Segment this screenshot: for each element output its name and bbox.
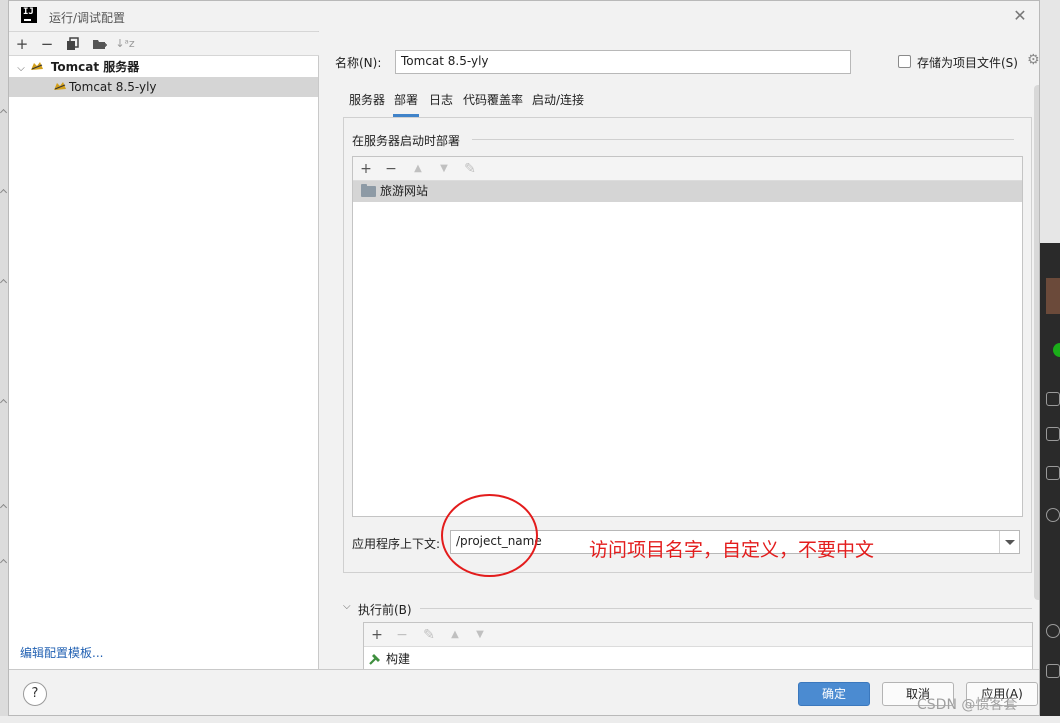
- background-avatar: [1046, 278, 1060, 314]
- background-icon: [1046, 624, 1060, 638]
- dialog-footer: ? 确定 取消 应用(A): [9, 669, 1039, 715]
- copy-icon[interactable]: [63, 34, 83, 54]
- background-icon: [1046, 508, 1060, 522]
- add-configuration-button[interactable]: +: [12, 34, 32, 54]
- section-divider: [472, 139, 1014, 140]
- tree-item-tomcat-8-5-yly[interactable]: Tomcat 8.5-yly: [9, 77, 318, 97]
- sort-icon[interactable]: ↓ᵃz: [115, 34, 135, 54]
- title-bar: IJ 运行/调试配置 ✕: [9, 1, 1039, 31]
- annotation-note: 访问项目名字，自定义，不要中文: [589, 539, 875, 561]
- before-launch-list[interactable]: + − ✎ ▲ ▼ 构建: [363, 622, 1033, 669]
- tab-code-coverage[interactable]: 代码覆盖率: [462, 93, 524, 117]
- add-artifact-button[interactable]: +: [356, 159, 376, 179]
- deployment-list-toolbar: + − ▲ ▼ ✎: [353, 157, 1022, 181]
- tab-startup-connection[interactable]: 启动/连接: [531, 93, 585, 117]
- background-icon: [1046, 427, 1060, 441]
- task-label: 构建: [386, 652, 411, 666]
- move-down-button[interactable]: ▼: [434, 159, 454, 179]
- chevron-down-icon[interactable]: [999, 531, 1019, 553]
- move-up-button[interactable]: ▲: [408, 159, 428, 179]
- before-launch-toolbar: + − ✎ ▲ ▼: [364, 623, 1032, 647]
- remove-artifact-button[interactable]: −: [381, 159, 401, 179]
- tab-deployment[interactable]: 部署: [393, 93, 420, 117]
- annotation-circle: [441, 494, 538, 577]
- move-up-button[interactable]: ▲: [445, 625, 465, 645]
- section-divider: [420, 608, 1032, 609]
- remove-configuration-button[interactable]: −: [37, 34, 57, 54]
- tab-logs[interactable]: 日志: [428, 93, 454, 117]
- background-icon: [1046, 664, 1060, 678]
- deployment-panel: 在服务器启动时部署 + − ▲ ▼ ✎ 旅游网站 应用程序上下文: /proje…: [343, 117, 1032, 573]
- window-title: 运行/调试配置: [49, 11, 126, 25]
- help-button[interactable]: ?: [23, 682, 47, 706]
- remove-task-button[interactable]: −: [392, 625, 412, 645]
- close-icon[interactable]: ✕: [1011, 7, 1029, 25]
- vertical-scrollbar[interactable]: [1034, 85, 1039, 600]
- ok-button[interactable]: 确定: [798, 682, 870, 706]
- deployment-artifacts-list[interactable]: + − ▲ ▼ ✎ 旅游网站: [352, 156, 1023, 517]
- edit-configuration-templates-link[interactable]: 编辑配置模板...: [20, 644, 103, 661]
- configuration-editor: 名称(N): Tomcat 8.5-yly 存储为项目文件(S) ⚙ 服务器 部…: [320, 31, 1039, 669]
- watermark: CSDN @惯客套: [917, 697, 1018, 713]
- tomcat-icon: [30, 58, 44, 70]
- tab-server[interactable]: 服务器: [348, 93, 386, 117]
- store-as-project-file-checkbox[interactable]: [898, 55, 911, 68]
- list-item[interactable]: 构建: [364, 649, 1032, 669]
- before-launch-label[interactable]: 执行前(B): [358, 601, 412, 618]
- background-chat-icon: [1053, 343, 1060, 357]
- tree-item-tomcat-server[interactable]: ⌵ Tomcat 服务器: [9, 57, 318, 77]
- tree-toolbar: + − ↓ᵃz: [9, 32, 319, 56]
- background-window-strip: [0, 716, 1060, 723]
- configurations-tree-pane: + − ↓ᵃz ⌵ Tomcat 服务器 Tomcat 8.5-yly 编辑配置…: [9, 31, 319, 669]
- name-label: 名称(N):: [335, 56, 382, 70]
- edit-task-button[interactable]: ✎: [419, 625, 439, 645]
- run-debug-configurations-dialog: IJ 运行/调试配置 ✕ + − ↓ᵃz ⌵ Tomcat 服务器 Tomcat…: [8, 0, 1040, 716]
- new-folder-icon[interactable]: [90, 34, 110, 54]
- folder-icon: [361, 184, 376, 197]
- edit-artifact-button[interactable]: ✎: [460, 159, 480, 179]
- gear-icon[interactable]: ⚙: [1027, 52, 1039, 68]
- add-task-button[interactable]: +: [367, 625, 387, 645]
- intellij-app-icon: IJ: [21, 7, 37, 23]
- list-item[interactable]: 旅游网站: [353, 181, 1022, 202]
- move-down-button[interactable]: ▼: [470, 625, 490, 645]
- tree-item-label: Tomcat 8.5-yly: [69, 80, 157, 94]
- deploy-section-title: 在服务器启动时部署: [352, 134, 461, 148]
- background-window-strip: [0, 0, 8, 723]
- tomcat-icon: [53, 78, 67, 90]
- chevron-down-icon[interactable]: ⌵: [343, 601, 351, 612]
- artifact-label: 旅游网站: [380, 184, 429, 198]
- background-icon: [1046, 466, 1060, 480]
- chevron-down-icon[interactable]: ⌵: [12, 59, 30, 79]
- application-context-label: 应用程序上下文:: [352, 537, 441, 551]
- name-field[interactable]: Tomcat 8.5-yly: [395, 50, 851, 74]
- background-app-sidebar: [1038, 243, 1060, 723]
- tree-item-label: Tomcat 服务器: [50, 60, 140, 74]
- store-as-project-file-label: 存储为项目文件(S): [917, 56, 1018, 70]
- background-icon: [1046, 392, 1060, 406]
